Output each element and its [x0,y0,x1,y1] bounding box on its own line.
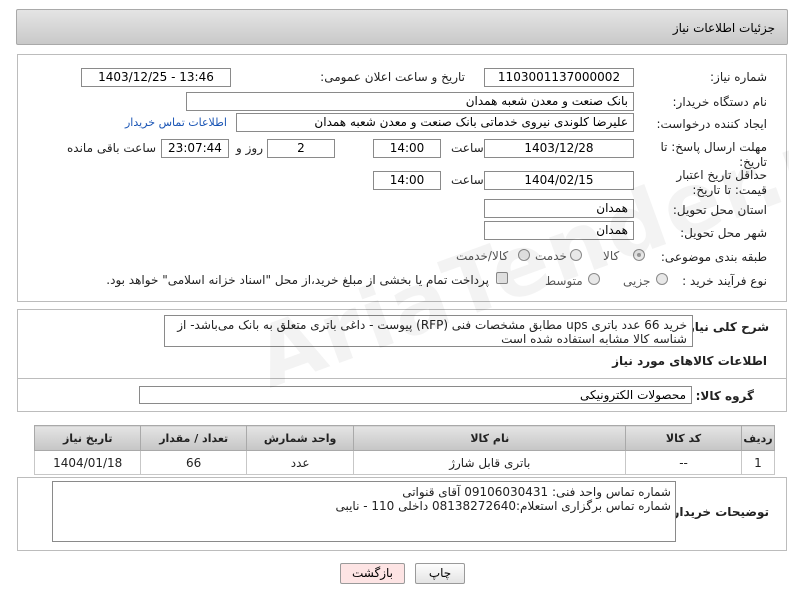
cell-row: 1 [740,450,776,475]
buyer-notes-label: توضیحات خریدار: [667,505,769,519]
col-qty: تعداد / مقدار [140,425,247,451]
buyer-notes-line-1: شماره تماس واحد فنی: 09106030431 آقای قن… [402,485,671,499]
description-label: شرح کلی نیاز: [683,320,769,334]
cell-code: -- [625,450,742,475]
deadline-date-field: 1403/12/28 [484,139,634,158]
remaining-time-field: 23:07:44 [161,139,229,158]
items-table: ردیف کد کالا نام کالا واحد شمارش تعداد /… [33,425,776,475]
buyer-org-field: بانک صنعت و معدن شعبه همدان [186,92,634,111]
col-name: نام کالا [353,425,627,451]
goods-group-label: گروه کالا: [695,389,754,403]
remaining-label: ساعت باقی مانده [67,141,157,155]
announce-label: تاریخ و ساعت اعلان عمومی: [320,70,465,84]
days-label: روز و [236,141,263,155]
col-date: تاریخ نیاز [33,425,142,451]
goods-info-title: اطلاعات کالاهای مورد نیاز [612,354,767,368]
validity-time-label: ساعت [451,173,484,187]
days-field: 2 [267,139,335,158]
buyer-contact-link[interactable]: اطلاعات تماس خریدار [125,116,227,129]
buyer-notes-textbox[interactable]: شماره تماس واحد فنی: 09106030431 آقای قن… [52,481,676,542]
items-table-header: ردیف کد کالا نام کالا واحد شمارش تعداد /… [33,425,776,451]
announce-field: 1403/12/25 - 13:46 [81,68,231,87]
requester-label: ایجاد کننده درخواست: [656,117,767,131]
cell-qty: 66 [140,450,247,475]
cell-name: باتری قابل شارژ [353,450,627,475]
back-button[interactable]: بازگشت [340,563,405,584]
col-row: ردیف [740,425,776,451]
table-row: 1 -- باتری قابل شارژ عدد 66 1404/01/18 [33,450,776,475]
page-header: جزئیات اطلاعات نیاز [16,9,788,45]
requester-field: علیرضا کلوندی نیروی خدماتی بانک صنعت و م… [236,113,634,132]
cell-date: 1404/01/18 [33,450,142,475]
deadline-time-field: 14:00 [373,139,441,158]
buyer-notes-line-2: شماره تماس برگزاری استعلام:08138272640 د… [335,499,671,513]
col-code: کد کالا [625,425,742,451]
need-number-label: شماره نیاز: [710,70,767,84]
validity-time-field: 14:00 [373,171,441,190]
deadline-time-label: ساعت [451,141,484,155]
need-number-field: 1103001137000002 [484,68,634,87]
print-button[interactable]: چاپ [415,563,465,584]
page-title: جزئیات اطلاعات نیاز [672,21,775,35]
buyer-org-label: نام دستگاه خریدار: [672,95,768,109]
cell-unit: عدد [245,450,355,475]
